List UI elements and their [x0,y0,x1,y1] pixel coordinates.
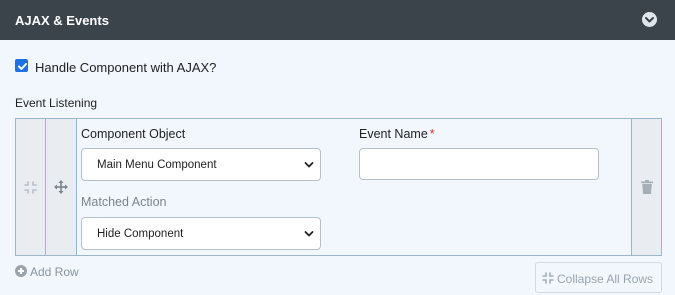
required-marker: * [429,127,435,141]
collapse-all-rows-label: Collapse All Rows [557,272,654,286]
panel-header: AJAX & Events [0,0,675,40]
matched-action-value: Hide Component [97,228,184,240]
chevron-down-icon [304,231,314,237]
matched-action-label: Matched Action [81,195,167,209]
row-delete-button[interactable] [631,119,661,255]
matched-action-select[interactable]: Hide Component [81,217,321,250]
event-rows-container: Component Object Main Menu Component Eve… [15,118,662,256]
row-move-handle[interactable] [46,119,77,255]
trash-icon [641,180,653,194]
ajax-checkbox-label[interactable]: Handle Component with AJAX? [35,60,216,75]
ajax-checkbox[interactable] [15,59,28,72]
event-name-label: Event Name * [359,127,435,141]
component-object-label: Component Object [81,127,186,141]
event-name-input[interactable] [359,148,599,180]
plus-circle-icon [15,265,27,277]
collapse-all-rows-button[interactable]: Collapse All Rows [535,262,662,293]
compress-arrows-icon [542,272,554,284]
event-listening-label: Event Listening [15,96,98,110]
add-row-label: Add Row [30,265,79,279]
chevron-down-icon [304,162,314,168]
move-arrows-icon [54,180,68,194]
chevron-down-circle-icon[interactable] [642,12,657,27]
compress-arrows-icon [24,181,37,194]
add-row-button[interactable]: Add Row [15,264,79,279]
component-object-value: Main Menu Component [97,159,217,171]
event-name-label-text: Event Name [359,127,428,141]
row-drag-handle[interactable] [16,119,46,255]
panel-title: AJAX & Events [15,13,109,28]
component-object-select[interactable]: Main Menu Component [81,148,321,181]
